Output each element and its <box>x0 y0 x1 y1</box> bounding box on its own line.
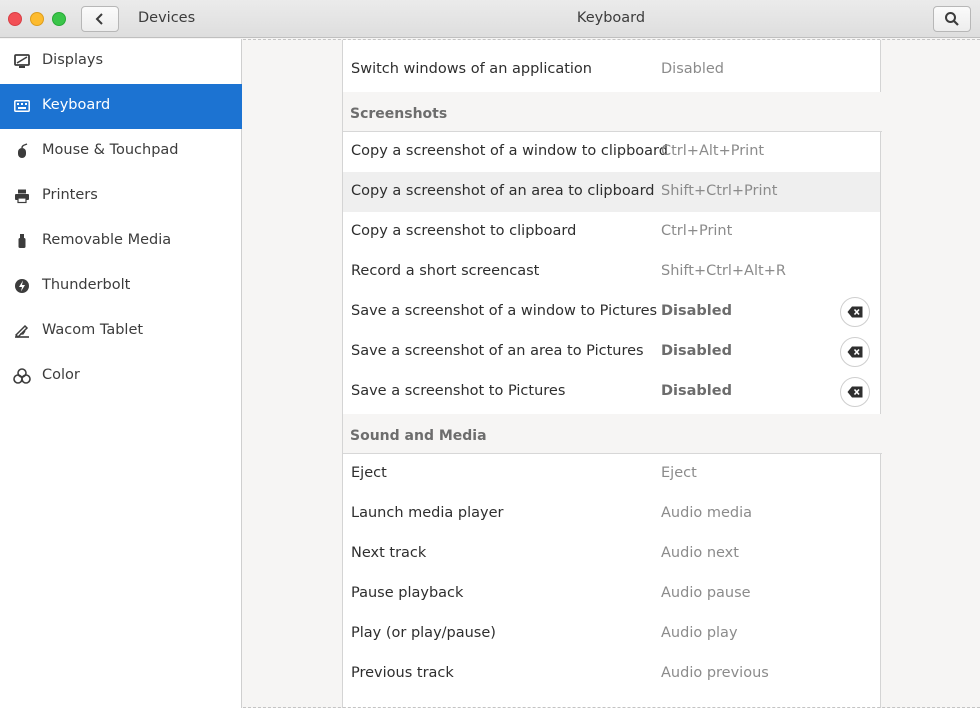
shortcut-accel: Disabled <box>661 383 732 399</box>
thunderbolt-icon <box>13 277 31 295</box>
sidebar-item-thunderbolt[interactable]: Thunderbolt <box>0 264 242 309</box>
backspace-icon <box>847 346 863 358</box>
shortcut-accel: Audio media <box>661 505 752 521</box>
header-bar: Devices Keyboard <box>0 0 980 38</box>
shortcuts-list[interactable]: Switch windows of an application Disable… <box>342 40 882 708</box>
sidebar-item-label: Printers <box>42 187 98 203</box>
sidebar-item-label: Color <box>42 367 80 383</box>
shortcut-row[interactable]: Copy a screenshot of an area to clipboar… <box>343 172 880 212</box>
sidebar-item-mouse-touchpad[interactable]: Mouse & Touchpad <box>0 129 242 174</box>
shortcut-accel: Audio pause <box>661 585 751 601</box>
sidebar: Displays Keyboard Mouse & Touchpad Print… <box>0 39 242 708</box>
shortcut-accel: Disabled <box>661 343 732 359</box>
search-icon <box>945 12 959 26</box>
shortcut-name: Previous track <box>351 665 454 681</box>
sidebar-item-label: Removable Media <box>42 232 172 248</box>
shortcut-row[interactable]: Copy a screenshot of a window to clipboa… <box>343 132 880 172</box>
section-title: Devices <box>138 10 196 26</box>
shortcut-name: Record a short screencast <box>351 263 540 279</box>
shortcut-row[interactable]: Save a screenshot to Pictures Disabled <box>343 372 880 412</box>
sidebar-item-label: Mouse & Touchpad <box>42 142 179 158</box>
shortcut-row[interactable]: Pause playback Audio pause <box>343 574 880 614</box>
sidebar-item-removable-media[interactable]: Removable Media <box>0 219 242 264</box>
shortcut-row[interactable]: Record a short screencast Shift+Ctrl+Alt… <box>343 252 880 292</box>
mouse-icon <box>13 142 31 160</box>
shortcut-row[interactable]: Next track Audio next <box>343 534 880 574</box>
search-button[interactable] <box>933 6 971 32</box>
shortcut-accel: Ctrl+Print <box>661 223 733 239</box>
sidebar-item-label: Wacom Tablet <box>42 322 144 338</box>
close-window-button[interactable] <box>8 12 22 26</box>
tablet-icon <box>13 322 31 340</box>
shortcut-name: Pause playback <box>351 585 464 601</box>
display-icon <box>13 52 31 70</box>
shortcut-name: Save a screenshot to Pictures <box>351 383 566 399</box>
minimize-window-button[interactable] <box>30 12 44 26</box>
shortcut-row[interactable]: Save a screenshot of a window to Picture… <box>343 292 880 332</box>
reset-shortcut-button[interactable] <box>840 337 870 367</box>
shortcut-row[interactable]: Previous track Audio previous <box>343 654 880 694</box>
keyboard-icon <box>13 97 31 115</box>
group-title: Sound and Media <box>350 428 487 444</box>
sidebar-item-label: Thunderbolt <box>42 277 131 293</box>
group-header-sound-and-media: Sound and Media <box>343 414 882 454</box>
shortcut-accel: Shift+Ctrl+Alt+R <box>661 263 786 279</box>
shortcut-name: Save a screenshot of a window to Picture… <box>351 303 658 319</box>
shortcut-name: Copy a screenshot of an area to clipboar… <box>351 183 655 199</box>
sidebar-item-label: Displays <box>42 52 104 68</box>
shortcut-name: Save a screenshot of an area to Pictures <box>351 343 644 359</box>
shortcut-name: Copy a screenshot to clipboard <box>351 223 577 239</box>
group-title: Screenshots <box>350 106 448 122</box>
shortcut-row[interactable]: Eject Eject <box>343 454 880 494</box>
shortcut-row[interactable]: Copy a screenshot to clipboard Ctrl+Prin… <box>343 212 880 252</box>
shortcut-accel: Audio next <box>661 545 739 561</box>
back-button[interactable] <box>81 6 119 32</box>
sidebar-item-color[interactable]: Color <box>0 354 242 399</box>
backspace-icon <box>847 386 863 398</box>
shortcut-name: Launch media player <box>351 505 504 521</box>
shortcuts-area: Switch windows of an application Disable… <box>243 39 980 708</box>
reset-shortcut-button[interactable] <box>840 297 870 327</box>
shortcut-accel: Shift+Ctrl+Print <box>661 183 778 199</box>
shortcut-name: Copy a screenshot of a window to clipboa… <box>351 143 668 159</box>
shortcut-accel: Audio play <box>661 625 738 641</box>
shortcut-row[interactable]: Play (or play/pause) Audio play <box>343 614 880 654</box>
shortcut-name: Play (or play/pause) <box>351 625 496 641</box>
chevron-left-icon <box>95 13 103 25</box>
sidebar-item-label: Keyboard <box>42 97 111 113</box>
shortcut-accel: Audio previous <box>661 665 769 681</box>
maximize-window-button[interactable] <box>52 12 66 26</box>
usb-drive-icon <box>13 232 31 250</box>
backspace-icon <box>847 306 863 318</box>
group-header-screenshots: Screenshots <box>343 92 882 132</box>
shortcut-accel: Disabled <box>661 303 732 319</box>
shortcut-name: Next track <box>351 545 427 561</box>
shortcut-row[interactable]: Switch windows of an application Disable… <box>343 50 880 90</box>
sidebar-item-wacom-tablet[interactable]: Wacom Tablet <box>0 309 242 354</box>
shortcut-accel: Disabled <box>661 61 724 77</box>
sidebar-item-keyboard[interactable]: Keyboard <box>0 84 242 129</box>
color-icon <box>13 367 31 385</box>
sidebar-item-printers[interactable]: Printers <box>0 174 242 219</box>
shortcut-accel: Eject <box>661 465 697 481</box>
shortcut-row[interactable]: Launch media player Audio media <box>343 494 880 534</box>
printer-icon <box>13 187 31 205</box>
shortcut-name: Eject <box>351 465 387 481</box>
reset-shortcut-button[interactable] <box>840 377 870 407</box>
shortcut-accel: Ctrl+Alt+Print <box>661 143 765 159</box>
sidebar-item-displays[interactable]: Displays <box>0 39 242 84</box>
shortcut-row[interactable]: Save a screenshot of an area to Pictures… <box>343 332 880 372</box>
shortcut-name: Switch windows of an application <box>351 61 592 77</box>
